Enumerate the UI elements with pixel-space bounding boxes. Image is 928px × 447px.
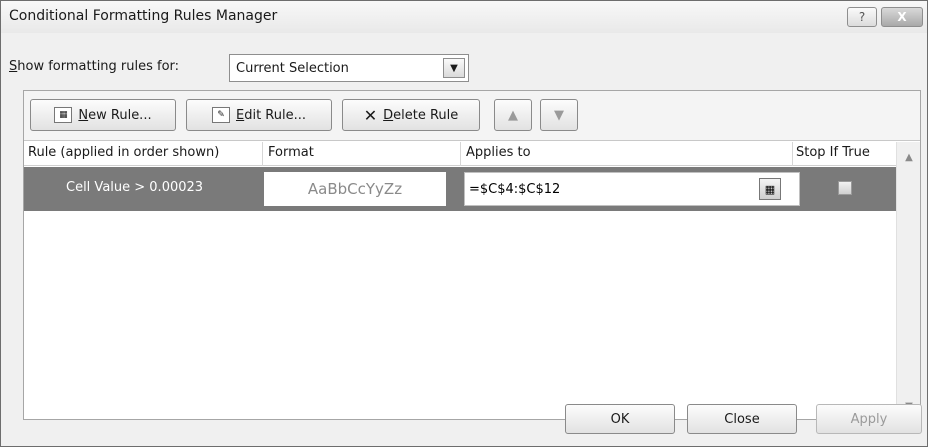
edit-rule-button[interactable]: ✎ Edit Rule... xyxy=(186,99,332,131)
move-down-button[interactable]: ▼ xyxy=(540,99,578,131)
edit-rule-label: Edit Rule... xyxy=(235,107,306,123)
rules-toolbar: ▦ New Rule... ✎ Edit Rule... ✕ Delete Ru… xyxy=(24,91,920,141)
help-button[interactable]: ? xyxy=(847,7,877,27)
stop-if-true-checkbox[interactable] xyxy=(838,181,852,195)
rules-panel: ▦ New Rule... ✎ Edit Rule... ✕ Delete Ru… xyxy=(23,90,921,420)
new-rule-button[interactable]: ▦ New Rule... xyxy=(30,99,176,131)
range-select-icon[interactable]: ▦ xyxy=(759,178,781,200)
title-bar: Conditional Formatting Rules Manager ? X xyxy=(1,1,927,33)
applies-to-input[interactable]: =$C$4:$C$12 ▦ xyxy=(464,172,800,206)
show-rules-value: Current Selection xyxy=(236,60,349,76)
title-close-button[interactable]: X xyxy=(881,7,923,27)
delete-rule-label: Delete Rule xyxy=(383,107,459,123)
new-rule-icon: ▦ xyxy=(54,107,73,123)
arrow-down-icon: ▼ xyxy=(554,107,564,123)
move-up-button[interactable]: ▲ xyxy=(494,99,532,131)
arrow-up-icon: ▲ xyxy=(508,107,518,123)
delete-x-icon: ✕ xyxy=(363,105,378,125)
dialog-title: Conditional Formatting Rules Manager xyxy=(9,8,278,24)
rule-description: Cell Value > 0.00023 xyxy=(66,180,204,195)
applies-to-value: =$C$4:$C$12 xyxy=(469,181,561,197)
new-rule-label: New Rule... xyxy=(78,107,152,123)
column-applies-to[interactable]: Applies to xyxy=(466,145,531,160)
apply-button[interactable]: Apply xyxy=(816,404,922,434)
edit-rule-icon: ✎ xyxy=(211,107,230,123)
rules-table-header: Rule (applied in order shown) Format App… xyxy=(24,142,896,166)
column-stop-if-true[interactable]: Stop If True xyxy=(796,145,870,160)
ok-button[interactable]: OK xyxy=(565,404,675,434)
scroll-up-icon[interactable]: ▲ xyxy=(897,148,921,166)
column-rule[interactable]: Rule (applied in order shown) xyxy=(28,145,219,160)
column-format[interactable]: Format xyxy=(268,145,314,160)
delete-rule-button[interactable]: ✕ Delete Rule xyxy=(342,99,480,131)
show-rules-label: Show formatting rules for: xyxy=(9,59,180,74)
show-rules-select[interactable]: Current Selection ▼ xyxy=(229,54,469,82)
format-preview: AaBbCcYyZz xyxy=(264,172,446,206)
chevron-down-icon[interactable]: ▼ xyxy=(443,58,465,78)
close-button[interactable]: Close xyxy=(687,404,797,434)
help-icon: ? xyxy=(858,10,866,24)
rules-scrollbar[interactable]: ▲ ▼ xyxy=(896,142,920,419)
rule-row[interactable]: Cell Value > 0.00023 AaBbCcYyZz =$C$4:$C… xyxy=(24,167,896,211)
close-icon: X xyxy=(897,10,907,24)
conditional-formatting-dialog: Conditional Formatting Rules Manager ? X… xyxy=(0,0,928,447)
